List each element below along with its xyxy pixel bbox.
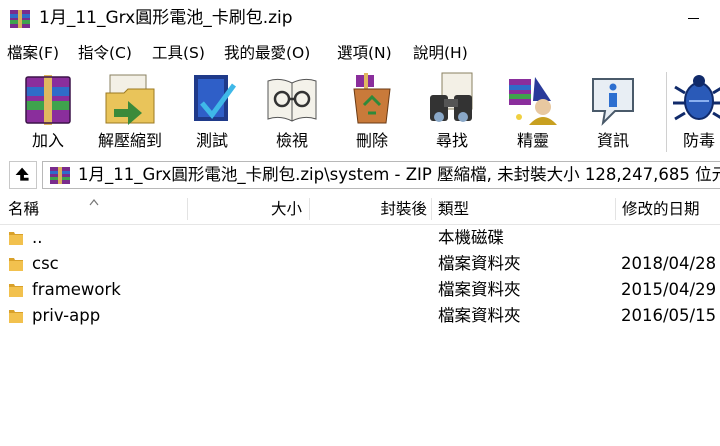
title-bar: 1月_11_Grx圓形電池_卡刷包.zip — [0, 0, 720, 36]
virus-scan-button[interactable]: 防毒 — [660, 68, 720, 156]
view-label: 檢視 — [275, 131, 308, 150]
delete-recycle-icon — [353, 73, 391, 124]
menu-file[interactable]: 檔案(F) — [6, 40, 60, 66]
virus-scan-icon — [673, 75, 720, 121]
info-button[interactable]: 資訊 — [574, 68, 652, 156]
file-row-parent[interactable]: .. 本機磁碟 — [0, 225, 720, 251]
extract-to-button[interactable]: 解壓縮到 — [91, 68, 169, 156]
winrar-app-icon — [10, 10, 30, 28]
menu-help[interactable]: 說明(H) — [412, 40, 469, 66]
wizard-label: 精靈 — [516, 131, 549, 150]
minimize-button[interactable] — [680, 6, 720, 30]
extract-to-label: 解壓縮到 — [97, 131, 162, 150]
menu-commands[interactable]: 指令(C) — [77, 40, 133, 66]
folder-icon — [9, 258, 23, 271]
column-divider[interactable] — [431, 198, 432, 220]
file-name: priv-app — [32, 306, 101, 325]
toolbar: 加入 解壓縮到 測試 檢視 刪除 尋找 精靈 資訊 防毒 — [0, 68, 720, 156]
column-divider[interactable] — [615, 198, 616, 220]
file-modified: 2018/04/28 — [621, 254, 717, 273]
file-row-priv-app[interactable]: priv-app 檔案資料夾 2016/05/15 — [0, 303, 720, 329]
window-title: 1月_11_Grx圓形電池_卡刷包.zip — [39, 8, 293, 28]
file-modified: 2015/04/29 — [621, 280, 717, 299]
delete-button[interactable]: 刪除 — [333, 68, 411, 156]
extract-folder-icon — [105, 74, 155, 125]
winrar-archive-icon — [25, 75, 71, 125]
file-row-csc[interactable]: csc 檔案資料夾 2018/04/28 — [0, 251, 720, 277]
file-type: 本機磁碟 — [438, 228, 504, 247]
test-checkmark-icon — [194, 75, 237, 121]
menu-options[interactable]: 選項(N) — [336, 40, 393, 66]
folder-icon — [9, 310, 23, 323]
add-button[interactable]: 加入 — [9, 68, 87, 156]
up-arrow-icon — [15, 167, 29, 181]
up-folder-button[interactable] — [9, 161, 37, 189]
test-label: 測試 — [195, 131, 228, 150]
delete-label: 刪除 — [355, 131, 388, 150]
zip-archive-icon — [50, 167, 70, 184]
menu-favorites[interactable]: 我的最愛(O) — [223, 40, 311, 66]
file-name: framework — [32, 280, 121, 299]
wizard-button[interactable]: 精靈 — [494, 68, 572, 156]
folder-icon — [9, 284, 23, 297]
file-modified: 2016/05/15 — [621, 306, 717, 325]
address-path-field[interactable]: 1月_11_Grx圓形電池_卡刷包.zip\system - ZIP 壓縮檔, … — [42, 161, 720, 189]
file-name: .. — [32, 228, 43, 247]
add-label: 加入 — [31, 131, 64, 150]
find-button[interactable]: 尋找 — [413, 68, 491, 156]
find-label: 尋找 — [435, 131, 468, 150]
file-row-framework[interactable]: framework 檔案資料夾 2015/04/29 — [0, 277, 720, 303]
address-path-text: 1月_11_Grx圓形電池_卡刷包.zip\system - ZIP 壓縮檔, … — [78, 165, 720, 184]
info-label: 資訊 — [596, 131, 629, 150]
address-bar: 1月_11_Grx圓形電池_卡刷包.zip\system - ZIP 壓縮檔, … — [0, 159, 720, 191]
info-icon — [592, 78, 634, 126]
test-button[interactable]: 測試 — [173, 68, 251, 156]
column-modified[interactable]: 修改的日期 — [622, 194, 700, 224]
wizard-icon — [509, 77, 557, 125]
sort-ascending-icon — [89, 199, 99, 206]
menu-bar: 檔案(F) 指令(C) 工具(S) 我的最愛(O) 選項(N) 說明(H) — [0, 40, 720, 66]
column-type[interactable]: 類型 — [438, 194, 469, 224]
view-book-glasses-icon — [267, 78, 317, 122]
file-type: 檔案資料夾 — [438, 280, 521, 299]
find-binoculars-icon — [430, 72, 473, 122]
column-size[interactable]: 大小 — [188, 194, 302, 224]
view-button[interactable]: 檢視 — [253, 68, 331, 156]
menu-tools[interactable]: 工具(S) — [151, 40, 206, 66]
column-packed[interactable]: 封裝後 — [310, 194, 427, 224]
column-name[interactable]: 名稱 — [8, 194, 39, 224]
file-type: 檔案資料夾 — [438, 306, 521, 325]
folder-icon — [9, 232, 23, 245]
file-name: csc — [32, 254, 59, 273]
virus-scan-label: 防毒 — [682, 131, 715, 150]
file-list-header: 名稱 大小 封裝後 類型 修改的日期 — [0, 194, 720, 225]
file-type: 檔案資料夾 — [438, 254, 521, 273]
